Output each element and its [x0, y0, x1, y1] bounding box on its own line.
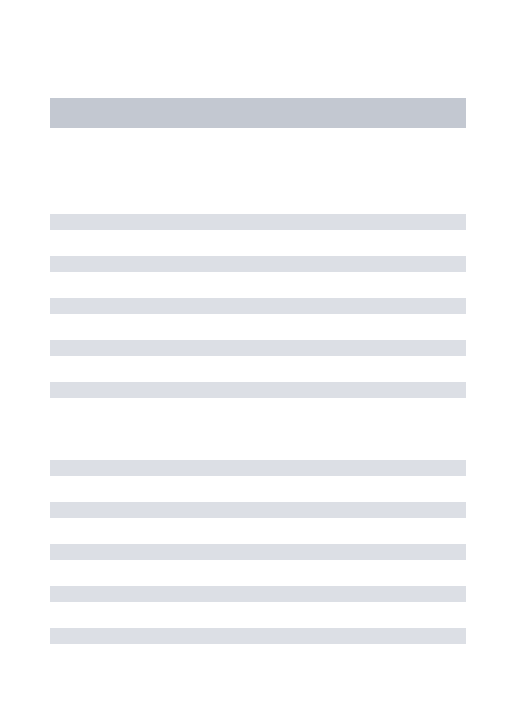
text-line-placeholder	[50, 340, 466, 356]
text-line-placeholder	[50, 382, 466, 398]
document-skeleton	[0, 0, 516, 644]
text-line-placeholder	[50, 298, 466, 314]
paragraph-group-1	[50, 214, 466, 398]
text-line-placeholder	[50, 460, 466, 476]
text-line-placeholder	[50, 628, 466, 644]
text-line-placeholder	[50, 544, 466, 560]
text-line-placeholder	[50, 502, 466, 518]
title-placeholder	[50, 98, 466, 128]
text-line-placeholder	[50, 586, 466, 602]
text-line-placeholder	[50, 256, 466, 272]
paragraph-group-2	[50, 460, 466, 644]
text-line-placeholder	[50, 214, 466, 230]
